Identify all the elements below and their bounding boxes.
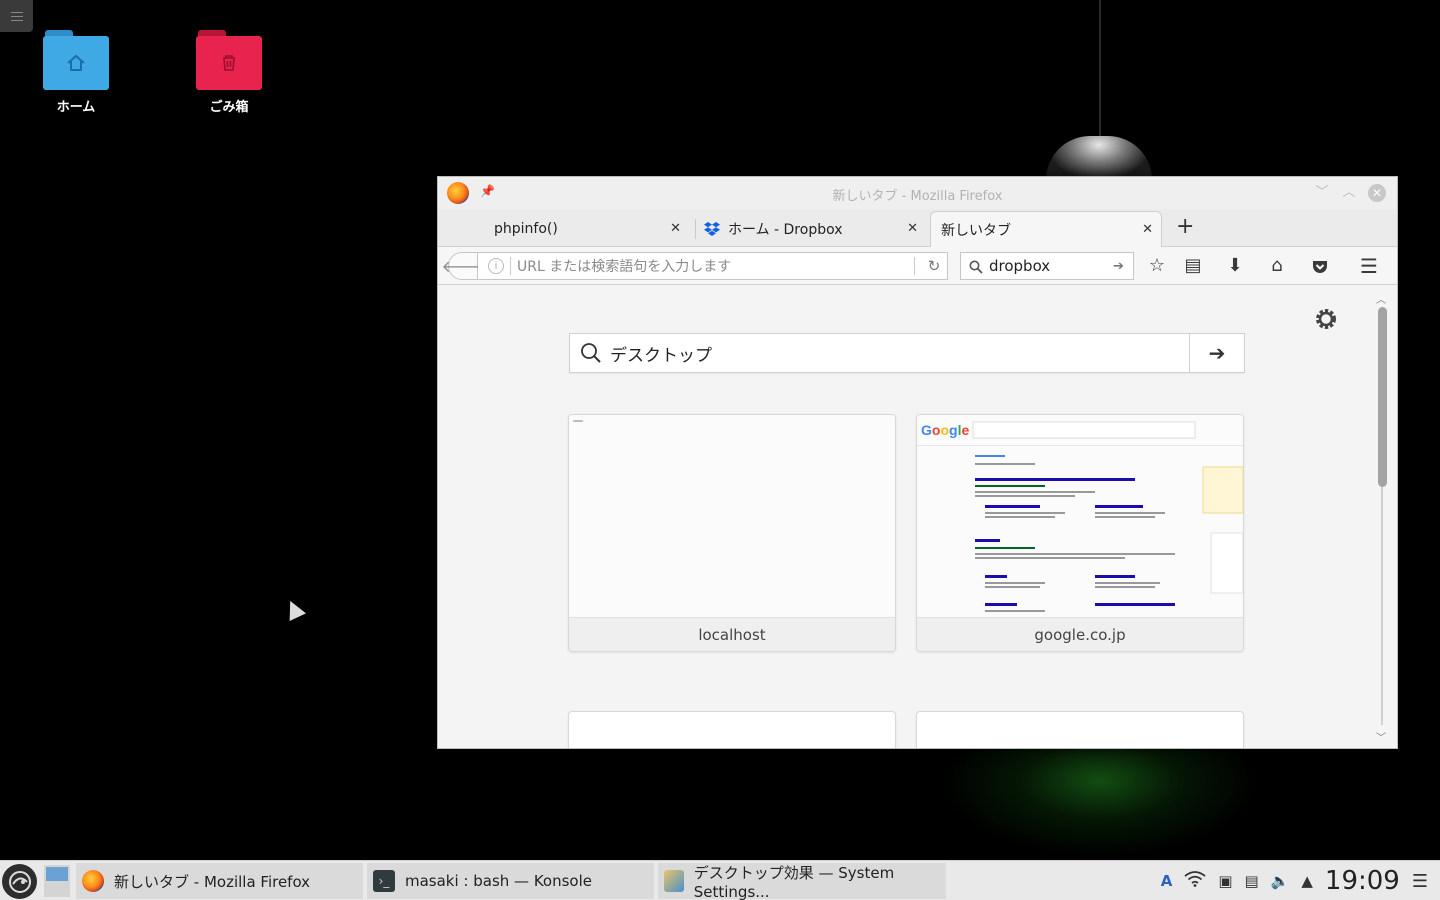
scroll-up-icon[interactable]: ︿ <box>1376 291 1386 306</box>
scroll-down-icon[interactable]: ﹀ <box>1376 729 1386 744</box>
tab-close-icon[interactable]: ✕ <box>907 221 918 236</box>
application-launcher-button[interactable] <box>2 864 37 899</box>
maximize-icon[interactable]: ︿ <box>1340 184 1358 202</box>
reload-icon[interactable]: ↻ <box>921 257 947 275</box>
panel-menu-icon[interactable]: ☰ <box>1412 871 1428 892</box>
tab-label: phpinfo() <box>494 221 558 237</box>
close-icon[interactable]: ✕ <box>1368 184 1386 202</box>
firefox-icon <box>82 870 104 892</box>
top-site-tile[interactable]: localhost <box>568 414 896 652</box>
new-tab-page: デスクトップ ➔ localhost Google google.co.jp ︿… <box>438 287 1397 748</box>
search-input[interactable]: dropbox <box>989 257 1113 275</box>
tab-close-icon[interactable]: ✕ <box>670 221 681 236</box>
wallpaper-lamp-cord <box>1099 0 1101 140</box>
input-method-icon[interactable]: A <box>1161 872 1173 890</box>
clipboard-icon[interactable]: ▤ <box>1245 872 1259 890</box>
desktop-icon-trash[interactable]: ごみ箱 <box>169 30 289 115</box>
wallpaper-lamp <box>1046 136 1152 180</box>
dropbox-icon <box>704 222 720 236</box>
top-site-tile[interactable]: Google google.co.jp <box>916 414 1244 652</box>
info-icon[interactable]: i <box>488 258 504 274</box>
tab-label: ホーム - Dropbox <box>728 222 843 238</box>
task-konsole[interactable]: ›_ masaki : bash — Konsole <box>367 863 654 899</box>
bookmark-star-icon[interactable]: ☆ <box>1146 256 1168 278</box>
desktop-icon-label: ホーム <box>56 100 96 115</box>
tab-strip: phpinfo() ✕ ホーム - Dropbox ✕ 新しいタブ ✕ + <box>438 209 1397 247</box>
clock[interactable]: 19:09 <box>1325 866 1400 896</box>
pocket-icon[interactable] <box>1309 256 1331 278</box>
tile-thumbnail <box>569 415 895 617</box>
search-bar[interactable]: dropbox ➔ <box>960 252 1134 280</box>
top-site-tile[interactable] <box>916 711 1244 748</box>
tile-thumbnail: Google <box>917 415 1243 617</box>
home-icon[interactable]: ⌂ <box>1266 256 1288 278</box>
desktop-icon-label: ごみ箱 <box>209 100 249 115</box>
url-bar[interactable]: i URL または検索語句を入力します ↻ <box>478 252 948 280</box>
back-button[interactable]: 🡐 <box>442 252 484 280</box>
url-input[interactable]: URL または検索語句を入力します <box>517 256 908 276</box>
firefox-window: 📌 新しいタブ - Mozilla Firefox ﹀ ︿ ✕ phpinfo(… <box>437 176 1398 749</box>
search-icon <box>580 342 602 364</box>
minimize-icon[interactable]: ﹀ <box>1313 184 1331 202</box>
settings-icon <box>664 870 684 892</box>
tile-caption: localhost <box>569 617 895 651</box>
terminal-icon: ›_ <box>373 870 395 892</box>
task-label: デスクトップ効果 — System Settings... <box>693 863 895 900</box>
task-label: masaki : bash — Konsole <box>405 872 592 890</box>
svg-text:Google: Google <box>921 422 969 438</box>
hamburger-menu-icon[interactable]: ☰ <box>1358 256 1380 278</box>
search-icon <box>969 259 983 274</box>
task-system-settings[interactable]: デスクトップ効果 — System Settings... <box>658 863 946 900</box>
tab-new-tab[interactable]: 新しいタブ ✕ <box>930 211 1162 247</box>
expand-tray-icon[interactable]: ▲ <box>1301 872 1313 890</box>
tab-phpinfo[interactable]: phpinfo() ✕ <box>444 211 689 247</box>
usb-device-icon[interactable]: ▣ <box>1218 872 1232 890</box>
wifi-icon[interactable] <box>1184 871 1206 891</box>
page-search-go-button[interactable]: ➔ <box>1189 334 1244 372</box>
window-title: 新しいタブ - Mozilla Firefox <box>832 189 1003 204</box>
volume-icon[interactable]: 🔈 <box>1271 872 1290 890</box>
desktop-toolbox-button[interactable] <box>0 0 33 32</box>
tab-dropbox[interactable]: ホーム - Dropbox ✕ <box>696 211 926 247</box>
trash-folder-icon <box>196 30 262 90</box>
navigation-toolbar: 🡐 i URL または検索語句を入力します ↻ dropbox ➔ ☆ ▤ ⬇ … <box>438 247 1397 285</box>
download-icon[interactable]: ⬇ <box>1224 256 1246 278</box>
wallpaper-glow <box>940 748 1260 858</box>
tab-close-icon[interactable]: ✕ <box>1142 222 1153 237</box>
mouse-cursor <box>282 597 306 621</box>
tile-caption: google.co.jp <box>917 617 1243 651</box>
task-label: 新しいタブ - Mozilla Firefox <box>114 872 311 891</box>
new-tab-button[interactable]: + <box>1176 214 1194 239</box>
page-scrollbar[interactable]: ︿ ﹀ <box>1376 291 1388 744</box>
system-tray: A ▣ ▤ 🔈 ▲ 19:09 ☰ <box>1161 861 1440 900</box>
window-titlebar[interactable]: 📌 新しいタブ - Mozilla Firefox ﹀ ︿ ✕ <box>438 177 1397 209</box>
gear-icon[interactable] <box>1312 305 1340 333</box>
top-site-tile[interactable] <box>568 711 896 748</box>
search-go-icon[interactable]: ➔ <box>1113 259 1133 274</box>
page-search-input[interactable]: デスクトップ <box>610 341 1189 366</box>
desktop-icon-home[interactable]: ホーム <box>16 30 136 115</box>
scroll-thumb[interactable] <box>1378 307 1387 487</box>
bookmarks-menu-icon[interactable]: ▤ <box>1182 256 1204 278</box>
taskbar: 新しいタブ - Mozilla Firefox ›_ masaki : bash… <box>0 860 1440 900</box>
menu-icon <box>10 11 23 21</box>
task-firefox[interactable]: 新しいタブ - Mozilla Firefox <box>76 863 363 899</box>
page-search-box[interactable]: デスクトップ ➔ <box>569 333 1245 373</box>
home-folder-icon <box>43 30 109 90</box>
tab-label: 新しいタブ <box>941 222 1011 239</box>
virtual-desktop-pager[interactable] <box>44 865 70 897</box>
